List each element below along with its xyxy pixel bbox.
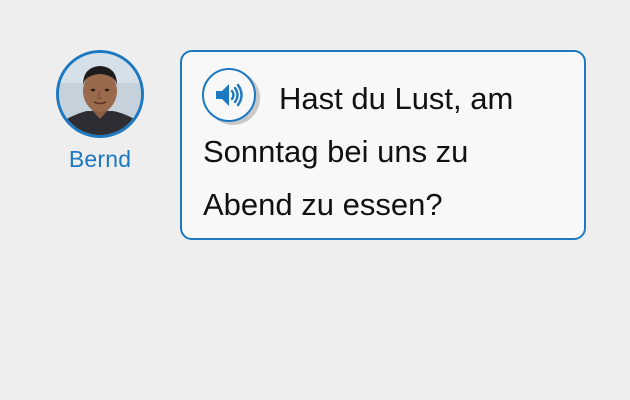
speaker-name: Bernd xyxy=(68,146,132,172)
message-text-block: Hast du Lust, am Sonntag bei uns zu Aben… xyxy=(203,72,563,231)
dialogue-panel: Bernd Hast du Lust, am Sonntag bei uns z… xyxy=(0,0,630,400)
speaker-volume-icon xyxy=(216,83,243,107)
avatar xyxy=(56,50,144,138)
play-audio-button[interactable] xyxy=(202,68,256,122)
speech-bubble: Hast du Lust, am Sonntag bei uns zu Aben… xyxy=(180,50,586,240)
avatar-portrait xyxy=(59,53,141,135)
